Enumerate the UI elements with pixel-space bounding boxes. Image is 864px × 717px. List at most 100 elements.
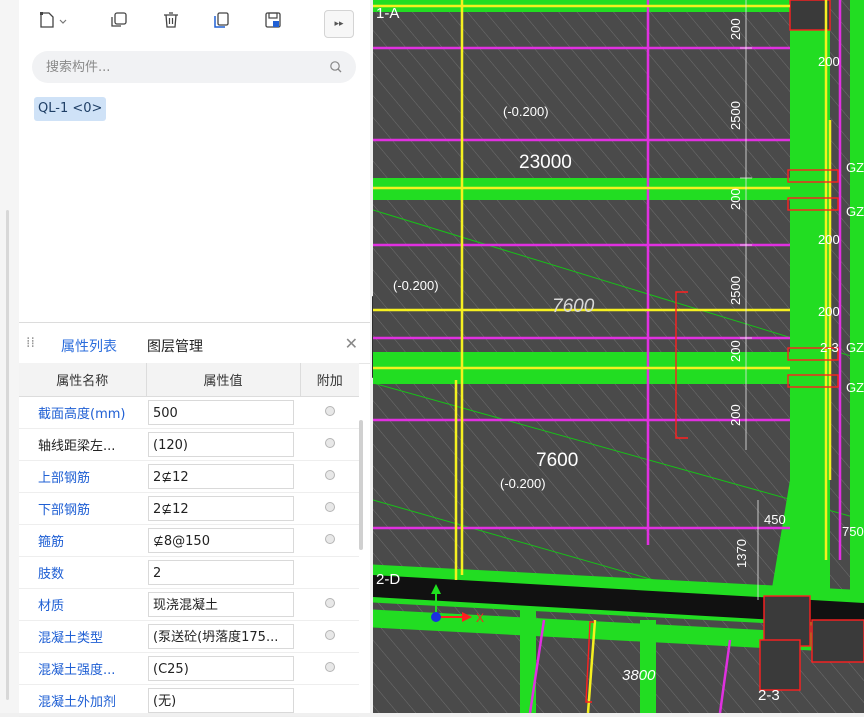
property-row[interactable]: 上部钢筋 2⊈12 [19,460,359,493]
property-name: 混凝土外加剂 [19,684,146,717]
column-tag: GZ [846,204,864,219]
component-list-area: ▸▸ QL-1 <0> [19,0,370,323]
dimension-label: 200 [818,54,840,69]
property-value-field[interactable]: 现浇混凝土 [148,592,294,617]
property-row[interactable]: 箍筋 ⊈8@150 [19,524,359,557]
dropdown-arrow-icon[interactable] [56,8,70,32]
property-value-cell: ⊈8@150 [146,524,300,557]
column-header-extra: 附加 [300,363,359,397]
dimension-label: 200 [818,232,840,247]
property-value-cell: 2⊈12 [146,492,300,525]
span-label: 23000 [519,152,572,173]
axis-label-2-d: 2-D [376,571,400,588]
property-row[interactable]: 下部钢筋 2⊈12 [19,492,359,525]
dimension-label: 200 [728,404,743,426]
left-dock-strip [0,0,20,713]
search-input[interactable] [32,51,326,83]
property-name: 箍筋 [19,524,146,557]
property-value-field[interactable]: ⊈8@150 [148,528,294,553]
drag-handle-icon[interactable]: ⁞⁞ [26,334,36,352]
layer-copy-icon[interactable] [209,8,233,32]
left-scrollbar[interactable] [6,210,9,700]
property-panel-header: ⁞⁞ 属性列表 图层管理 ✕ [19,323,370,367]
property-extra-cell [300,396,359,429]
dimension-label: 750 [842,524,864,539]
property-row[interactable]: 肢数 2 [19,556,359,589]
property-name: 材质 [19,588,146,621]
property-extra-cell [300,492,359,525]
column-tag: GZ [846,340,864,355]
dimension-label: 1370 [734,539,749,568]
search-box [32,51,356,83]
tab-property-list[interactable]: 属性列表 [61,336,117,367]
property-value-cell: (120) [146,428,300,461]
extra-checkbox[interactable] [324,534,335,544]
component-panel: ▸▸ QL-1 <0> ⁞⁞ 属性列表 图层管理 ✕ 属性名称 属性值 附加 截… [19,0,370,717]
property-row[interactable]: 材质 现浇混凝土 [19,588,359,621]
property-row[interactable]: 截面高度(mm) 500 [19,396,359,429]
property-extra-cell [300,428,359,461]
property-scrollbar[interactable] [359,420,363,550]
span-label: 3800 [622,667,656,684]
property-row[interactable]: 混凝土强度... (C25) [19,652,359,685]
property-name: 上部钢筋 [19,460,146,493]
more-tools-button[interactable]: ▸▸ [324,10,354,38]
property-row[interactable]: 混凝土类型 (泵送砼(坍落度175... [19,620,359,653]
property-value-field[interactable]: (泵送砼(坍落度175... [148,624,294,649]
property-value-field[interactable]: 2⊈12 [148,464,294,489]
close-icon[interactable]: ✕ [345,334,358,353]
axis-x-label: X [476,611,484,625]
span-label: 7600 [552,296,595,317]
component-item-ql-1[interactable]: QL-1 <0> [34,97,107,121]
property-value-field[interactable]: (C25) [148,656,294,681]
extra-checkbox[interactable] [324,662,335,672]
save-to-library-icon[interactable] [261,8,285,32]
property-name: 肢数 [19,556,146,589]
property-value-field[interactable]: (无) [148,688,294,713]
column-tag: GZ [846,160,864,175]
property-name: 轴线距梁左... [19,428,146,461]
property-extra-cell [300,460,359,493]
extra-checkbox[interactable] [324,598,335,608]
axis-label-1-a: 1-A [376,5,399,22]
column-tag: GZ [846,380,864,395]
elevation-label: (-0.200) [500,476,546,491]
property-table: 属性名称 属性值 附加 截面高度(mm) 500 轴线距梁左... (120) 上部钢筋… [19,363,359,717]
property-extra-cell [300,684,359,717]
cad-drawing-canvas[interactable]: X 1-A 2-D 2-3 (-0.200) (-0.200) (-0.200)… [373,0,864,713]
dimension-label: 200 [728,340,743,362]
property-table-header: 属性名称 属性值 附加 [19,363,359,397]
elevation-label: (-0.200) [393,278,439,293]
search-icon[interactable] [328,59,344,75]
property-value-cell: 500 [146,396,300,429]
extra-checkbox[interactable] [324,502,335,512]
dimension-label: 450 [764,512,786,527]
column-tag: 2-3 [820,340,839,355]
dimension-label: 2500 [728,276,743,305]
copy-icon[interactable] [107,8,131,32]
property-value-cell: (无) [146,684,300,717]
property-row[interactable]: 轴线距梁左... (120) [19,428,359,461]
property-value-field[interactable]: 500 [148,400,294,425]
dimension-label: 2500 [728,101,743,130]
property-row[interactable]: 混凝土外加剂 (无) [19,684,359,717]
extra-checkbox[interactable] [324,406,335,416]
property-value-field[interactable]: 2⊈12 [148,496,294,521]
property-extra-cell [300,620,359,653]
extra-checkbox[interactable] [324,470,335,480]
extra-checkbox[interactable] [324,630,335,640]
property-value-cell: 现浇混凝土 [146,588,300,621]
dimension-label: 200 [728,188,743,210]
property-extra-cell [300,524,359,557]
delete-icon[interactable] [159,8,183,32]
dimension-label: 200 [818,304,840,319]
dimension-label: 200 [728,18,743,40]
property-value-field[interactable]: (120) [148,432,294,457]
property-name: 截面高度(mm) [19,396,146,429]
tab-layer-management[interactable]: 图层管理 [147,336,203,356]
elevation-label: (-0.200) [503,104,549,119]
property-value-field[interactable]: 2 [148,560,294,585]
property-value-cell: (泵送砼(坍落度175... [146,620,300,653]
extra-checkbox[interactable] [324,438,335,448]
property-name: 混凝土强度... [19,652,146,685]
